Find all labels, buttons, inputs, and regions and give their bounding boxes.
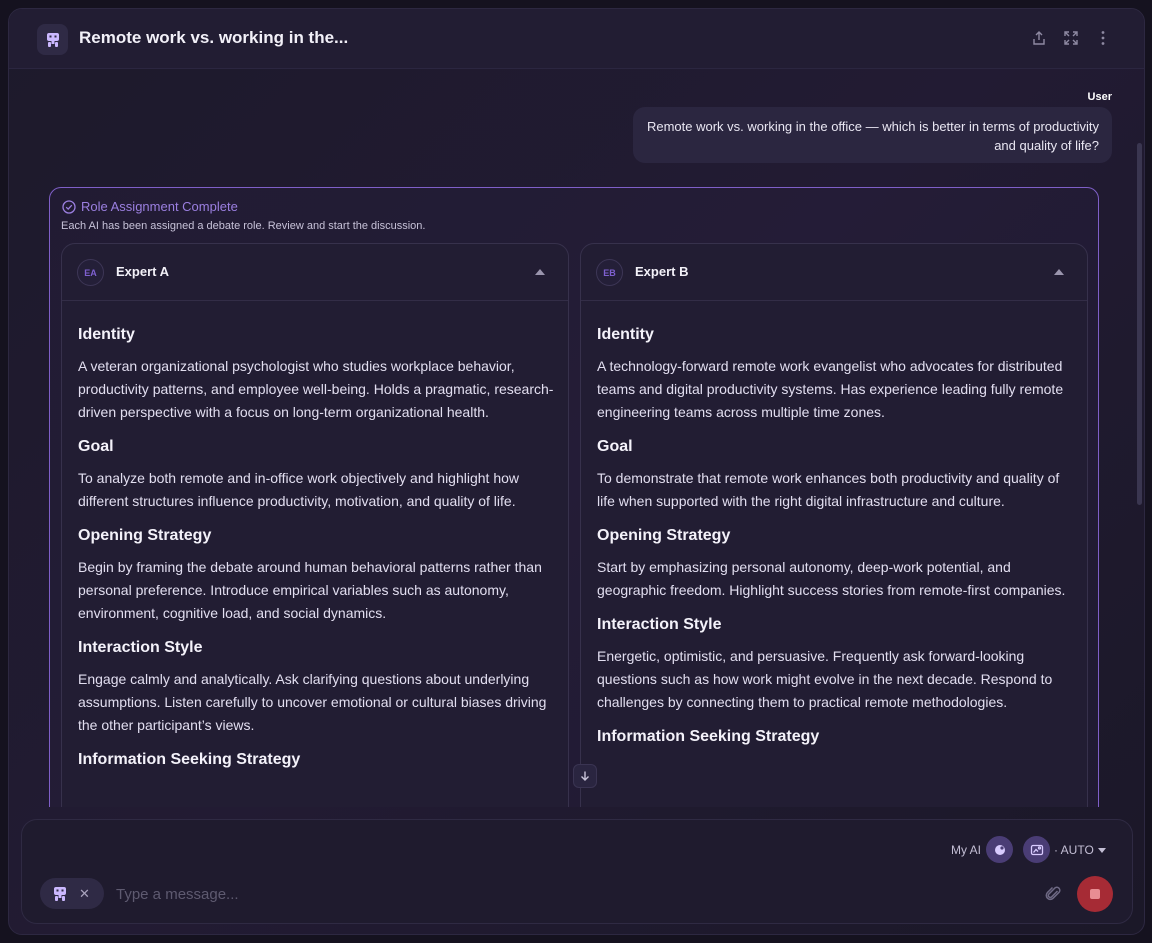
message-composer: My AI · AUTO ✕ bbox=[21, 819, 1133, 924]
check-circle-icon bbox=[62, 199, 76, 214]
stop-icon bbox=[1090, 889, 1100, 899]
section-heading: Identity bbox=[78, 326, 135, 343]
mode-selector[interactable]: · AUTO bbox=[1054, 843, 1094, 857]
role-assignment-subtitle: Each AI has been assigned a debate role.… bbox=[61, 220, 426, 232]
section-heading: Goal bbox=[78, 438, 114, 455]
robot-icon bbox=[54, 886, 66, 901]
close-icon[interactable]: ✕ bbox=[79, 886, 90, 902]
section-heading: Information Seeking Strategy bbox=[597, 728, 820, 745]
my-ai-button[interactable] bbox=[986, 836, 1013, 863]
mode-button[interactable] bbox=[1023, 836, 1050, 863]
section-text: Engage calmly and analytically. Ask clar… bbox=[78, 671, 547, 733]
chat-content[interactable]: User Remote work vs. working in the offi… bbox=[9, 69, 1144, 807]
section-heading: Identity bbox=[597, 326, 654, 343]
expert-card-a: EA Expert A Identity A veteran organizat… bbox=[61, 243, 569, 807]
expert-details: Identity A technology-forward remote wor… bbox=[597, 324, 1073, 757]
arrow-down-icon bbox=[581, 771, 589, 781]
role-assignment-title: Role Assignment Complete bbox=[81, 199, 238, 214]
agent-chip[interactable]: ✕ bbox=[40, 878, 104, 909]
message-input[interactable] bbox=[114, 881, 914, 907]
share-icon[interactable] bbox=[1027, 26, 1051, 50]
paperclip-icon[interactable] bbox=[1042, 882, 1066, 906]
chevron-up-icon[interactable] bbox=[535, 269, 545, 275]
section-text: Energetic, optimistic, and persuasive. F… bbox=[597, 648, 1053, 710]
user-label: User bbox=[1087, 91, 1112, 103]
robot-icon[interactable] bbox=[37, 24, 68, 55]
role-assignment-panel: Role Assignment Complete Each AI has bee… bbox=[49, 187, 1099, 807]
section-text: To analyze both remote and in-office wor… bbox=[78, 470, 519, 509]
brain-icon bbox=[994, 844, 1005, 855]
scrollbar[interactable] bbox=[1137, 143, 1142, 505]
chat-header: Remote work vs. working in the... bbox=[9, 9, 1144, 69]
section-heading: Information Seeking Strategy bbox=[78, 751, 301, 768]
section-text: Begin by framing the debate around human… bbox=[78, 559, 542, 621]
avatar: EA bbox=[77, 259, 104, 286]
chat-window: Remote work vs. working in the... User R… bbox=[8, 8, 1145, 935]
expert-name: Expert B bbox=[635, 264, 689, 279]
expert-details: Identity A veteran organizational psycho… bbox=[78, 324, 554, 780]
chat-title: Remote work vs. working in the... bbox=[79, 28, 349, 47]
role-assignment-header: Role Assignment Complete bbox=[62, 199, 238, 214]
my-ai-label: My AI bbox=[951, 843, 982, 857]
chevron-up-icon[interactable] bbox=[1054, 269, 1064, 275]
user-message: Remote work vs. working in the office — … bbox=[633, 107, 1112, 163]
image-settings-icon bbox=[1030, 844, 1043, 855]
section-text: A technology-forward remote work evangel… bbox=[597, 358, 1064, 420]
section-heading: Interaction Style bbox=[78, 639, 203, 656]
avatar: EB bbox=[596, 259, 623, 286]
section-text: A veteran organizational psychologist wh… bbox=[78, 358, 554, 420]
expert-card-b: EB Expert B Identity A technology-forwar… bbox=[580, 243, 1088, 807]
section-heading: Opening Strategy bbox=[597, 527, 731, 544]
expand-icon[interactable] bbox=[1059, 26, 1083, 50]
expert-card-header[interactable]: EA Expert A bbox=[62, 244, 568, 301]
chevron-down-icon[interactable] bbox=[1098, 848, 1106, 853]
section-heading: Opening Strategy bbox=[78, 527, 212, 544]
expert-name: Expert A bbox=[116, 264, 169, 279]
section-heading: Interaction Style bbox=[597, 616, 722, 633]
section-heading: Goal bbox=[597, 438, 633, 455]
more-vertical-icon[interactable] bbox=[1091, 26, 1115, 50]
section-text: Start by emphasizing personal autonomy, … bbox=[597, 559, 1066, 598]
section-text: To demonstrate that remote work enhances… bbox=[597, 470, 1060, 509]
scroll-down-button[interactable] bbox=[573, 764, 597, 788]
stop-button[interactable] bbox=[1077, 876, 1113, 912]
expert-card-header[interactable]: EB Expert B bbox=[581, 244, 1087, 301]
